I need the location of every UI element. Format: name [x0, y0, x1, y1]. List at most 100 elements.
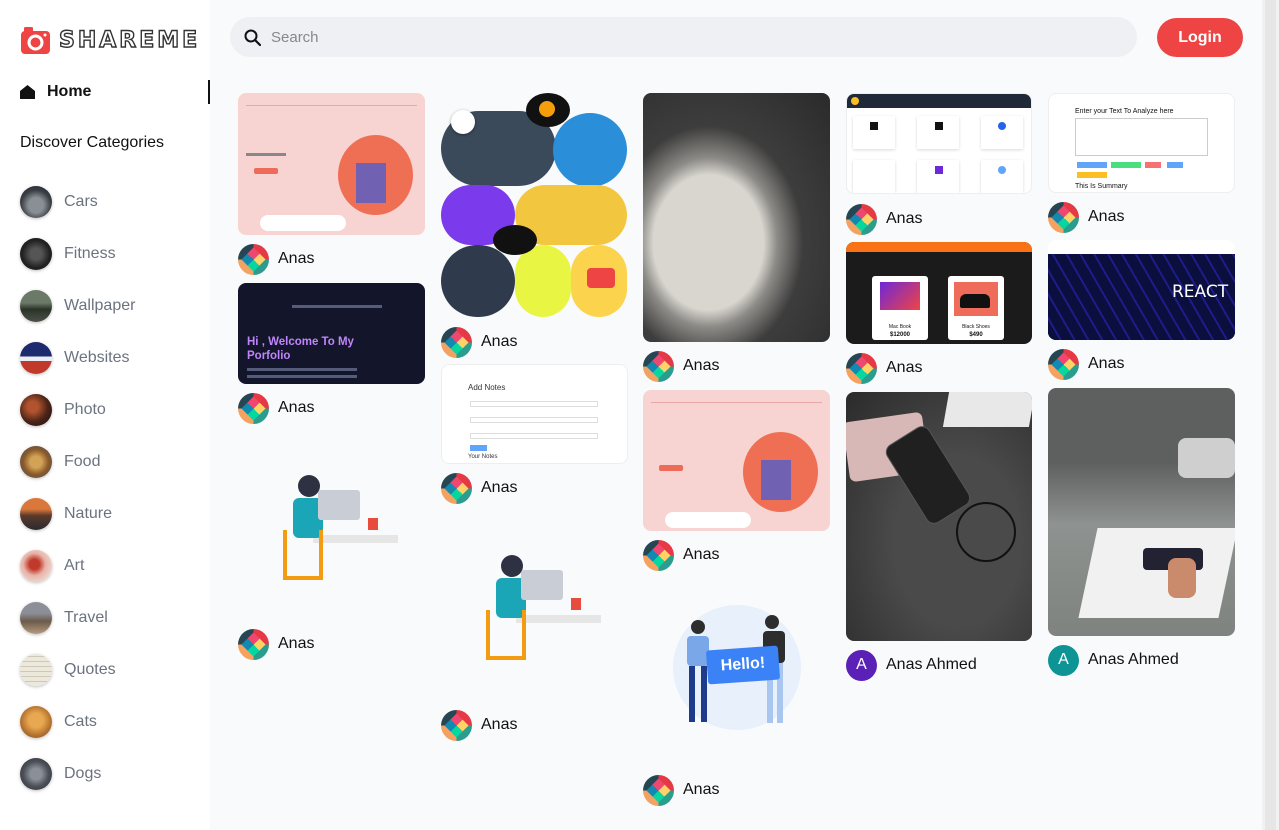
- pin-author-name: Anas: [886, 359, 923, 376]
- avatar: [643, 350, 674, 382]
- category-thumbnail: [20, 602, 52, 634]
- category-label: Art: [64, 557, 85, 574]
- category-item-food[interactable]: Food: [20, 436, 200, 488]
- avatar: [1048, 348, 1079, 380]
- category-thumbnail: [20, 290, 52, 322]
- category-label: Photo: [64, 401, 106, 418]
- category-thumbnail: [20, 186, 52, 218]
- pin-image[interactable]: REACT: [1048, 240, 1235, 340]
- category-item-nature[interactable]: Nature: [20, 488, 200, 540]
- pin-heading: Enter your Text To Analyze here: [1075, 108, 1174, 115]
- avatar: [846, 203, 877, 235]
- pin-author-name: Anas: [1088, 355, 1125, 372]
- pin-author[interactable]: Anas: [1048, 201, 1124, 233]
- scrollbar-thumb[interactable]: [1265, 0, 1276, 830]
- category-item-travel[interactable]: Travel: [20, 592, 200, 644]
- pin-product-price: $12000: [889, 332, 911, 338]
- pin-author-name: Anas: [886, 210, 923, 227]
- login-button[interactable]: Login: [1157, 18, 1243, 57]
- category-label: Nature: [64, 505, 113, 522]
- pin-author-name: Anas Ahmed: [886, 656, 977, 673]
- avatar: A: [846, 649, 877, 681]
- category-thumbnail: [20, 498, 52, 530]
- sidebar: SHAREME Home Discover Categories Cars Fi…: [0, 0, 210, 830]
- category-item-art[interactable]: Art: [20, 540, 200, 592]
- pin-author[interactable]: Anas: [238, 628, 314, 660]
- pin-author-name: Anas: [683, 357, 720, 374]
- category-item-fitness[interactable]: Fitness: [20, 228, 200, 280]
- scrollbar-track[interactable]: [1262, 0, 1279, 830]
- avatar-initial: A: [856, 656, 867, 673]
- pin-author[interactable]: Anas: [441, 709, 517, 741]
- pin-author[interactable]: A Anas Ahmed: [846, 649, 977, 681]
- search-bar: [230, 17, 1137, 57]
- avatar: [238, 392, 269, 424]
- search-input[interactable]: [271, 28, 1071, 46]
- pin-author[interactable]: Anas: [441, 472, 517, 504]
- pin-image[interactable]: Add Notes Your Notes: [441, 364, 628, 464]
- pin-author[interactable]: Anas: [1048, 348, 1124, 380]
- category-item-cars[interactable]: Cars: [20, 176, 200, 228]
- pin-footer: Your Notes: [468, 454, 498, 460]
- pin-image[interactable]: Enter your Text To Analyze here This Is …: [1048, 93, 1235, 193]
- pin-author-name: Anas: [278, 250, 315, 267]
- pin-image[interactable]: Hi , Welcome To My Porfolio: [238, 283, 425, 384]
- category-label: Websites: [64, 349, 130, 366]
- category-item-websites[interactable]: Websites: [20, 332, 200, 384]
- pin-author[interactable]: Anas: [643, 539, 719, 571]
- category-thumbnail: [20, 446, 52, 478]
- pin-image[interactable]: [1048, 388, 1235, 636]
- category-label: Quotes: [64, 661, 116, 678]
- pin-image[interactable]: Hello!: [643, 590, 830, 750]
- category-list: Cars Fitness Wallpaper Websites Photo Fo…: [20, 176, 200, 800]
- category-thumbnail: [20, 706, 52, 738]
- pin-product-label: Black Shoes: [962, 324, 990, 330]
- pin-title: Add Notes: [468, 383, 506, 392]
- pin-author[interactable]: Anas: [238, 392, 314, 424]
- pin-author-name: Anas: [683, 546, 720, 563]
- category-label: Food: [64, 453, 101, 470]
- logo[interactable]: SHAREME: [20, 25, 200, 56]
- pin-image[interactable]: [441, 520, 628, 700]
- pin-product-price: $490: [969, 332, 983, 338]
- pin-image[interactable]: [441, 93, 628, 318]
- pin-author[interactable]: Anas: [238, 243, 314, 275]
- pin-image[interactable]: [643, 390, 830, 531]
- avatar: [1048, 201, 1079, 233]
- avatar: [238, 628, 269, 660]
- pin-author-name: Anas Ahmed: [1088, 651, 1179, 668]
- pin-image[interactable]: [238, 440, 425, 620]
- category-item-dogs[interactable]: Dogs: [20, 748, 200, 800]
- pin-image[interactable]: [643, 93, 830, 342]
- pin-author[interactable]: Anas: [643, 350, 719, 382]
- avatar: [441, 472, 472, 504]
- avatar: [238, 243, 269, 275]
- pin-bubble: Hello!: [705, 645, 781, 685]
- pin-author[interactable]: Anas: [846, 203, 922, 235]
- category-label: Dogs: [64, 765, 102, 782]
- avatar: [441, 326, 472, 358]
- pin-image[interactable]: [238, 93, 425, 235]
- category-item-photo[interactable]: Photo: [20, 384, 200, 436]
- pin-author-name: Anas: [278, 635, 315, 652]
- category-thumbnail: [20, 550, 52, 582]
- pin-image[interactable]: [846, 392, 1032, 641]
- pin-author[interactable]: Anas: [643, 774, 719, 806]
- category-thumbnail: [20, 342, 52, 374]
- pin-author[interactable]: Anas: [441, 326, 517, 358]
- camera-logo-icon: [21, 27, 50, 54]
- pin-author-name: Anas: [683, 781, 720, 798]
- category-label: Wallpaper: [64, 297, 136, 314]
- category-item-cats[interactable]: Cats: [20, 696, 200, 748]
- pin-author[interactable]: A Anas Ahmed: [1048, 644, 1179, 676]
- category-thumbnail: [20, 238, 52, 270]
- pin-image[interactable]: Mac Book $12000 Black Shoes $490: [846, 242, 1032, 344]
- pin-author[interactable]: Anas: [846, 352, 922, 384]
- category-item-wallpaper[interactable]: Wallpaper: [20, 280, 200, 332]
- pin-image[interactable]: [846, 93, 1032, 194]
- brand-name: SHAREME: [58, 27, 201, 53]
- category-item-quotes[interactable]: Quotes: [20, 644, 200, 696]
- category-thumbnail: [20, 758, 52, 790]
- nav-home[interactable]: Home: [20, 80, 210, 104]
- pin-author-name: Anas: [1088, 208, 1125, 225]
